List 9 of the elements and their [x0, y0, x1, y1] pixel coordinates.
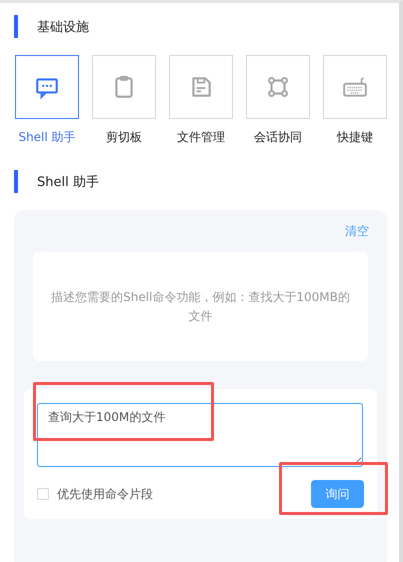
section-title: 基础设施 [37, 18, 89, 36]
question-input[interactable]: 查询大于100M的文件 [37, 403, 363, 467]
section-bar [14, 170, 18, 193]
hint-text: 描述您需要的Shell命令功能，例如：查找大于100MB的文件 [33, 252, 368, 361]
checkbox[interactable] [37, 488, 49, 500]
nodes-square-icon [265, 74, 291, 100]
checkbox-label: 优先使用命令片段 [57, 486, 153, 502]
section-bar [14, 15, 18, 38]
section-title: Shell 助手 [37, 174, 99, 190]
